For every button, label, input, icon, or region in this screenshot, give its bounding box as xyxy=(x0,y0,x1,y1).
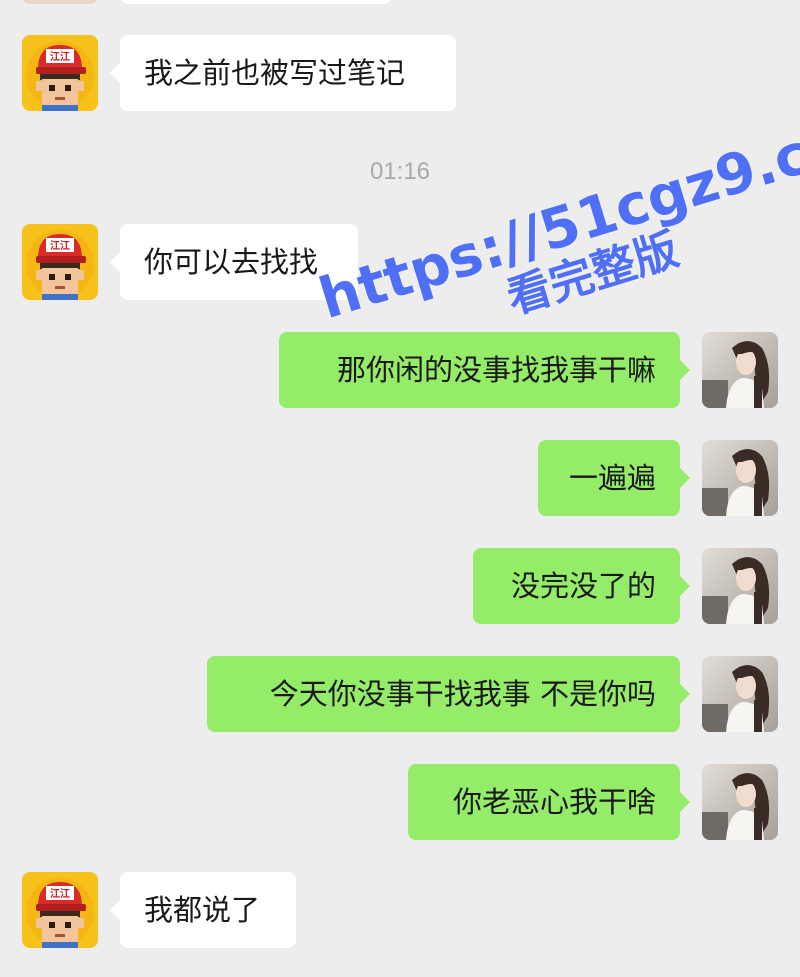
message-bubble-partial-top[interactable] xyxy=(120,0,392,4)
message-text: 我都说了 xyxy=(144,893,261,927)
avatar-badge: 江江 xyxy=(50,239,70,252)
contact-avatar[interactable]: 江江 xyxy=(22,35,98,111)
user-photo-avatar-icon xyxy=(702,548,778,624)
cap-boy-avatar-icon: 江江 xyxy=(22,224,98,300)
avatar-badge: 江江 xyxy=(50,50,70,63)
contact-avatar[interactable]: 江江 xyxy=(22,872,98,948)
message-bubble-outgoing[interactable]: 今天你没事干找我事 不是你吗 xyxy=(207,656,690,732)
message-text: 你老恶心我干啥 xyxy=(452,785,656,819)
message-bubble-outgoing[interactable]: 没完没了的 xyxy=(473,548,690,624)
user-avatar[interactable] xyxy=(702,764,778,840)
avatar-badge: 江江 xyxy=(50,887,70,900)
message-bubble-incoming[interactable]: 我之前也被写过笔记 xyxy=(110,35,456,111)
message-text: 你可以去找找 xyxy=(144,245,319,279)
message-bubble-outgoing[interactable]: 一遍遍 xyxy=(538,440,690,516)
message-bubble-outgoing[interactable]: 那你闲的没事找我事干嘛 xyxy=(279,332,690,408)
avatar-partial-top[interactable] xyxy=(22,0,98,4)
message-bubble-outgoing[interactable]: 你老恶心我干啥 xyxy=(408,764,690,840)
user-avatar[interactable] xyxy=(702,440,778,516)
user-photo-avatar-icon xyxy=(702,332,778,408)
cap-boy-avatar-icon: 江江 xyxy=(22,872,98,948)
message-text: 我之前也被写过笔记 xyxy=(144,56,406,90)
message-text: 一遍遍 xyxy=(568,461,656,495)
user-avatar[interactable] xyxy=(702,656,778,732)
user-avatar[interactable] xyxy=(702,332,778,408)
user-photo-avatar-icon xyxy=(702,656,778,732)
message-bubble-incoming[interactable]: 我都说了 xyxy=(110,872,296,948)
cap-boy-avatar-icon: 江江 xyxy=(22,35,98,111)
message-text: 那你闲的没事找我事干嘛 xyxy=(336,353,656,387)
message-text: 没完没了的 xyxy=(510,569,656,603)
user-photo-avatar-icon xyxy=(702,764,778,840)
contact-avatar[interactable]: 江江 xyxy=(22,224,98,300)
user-photo-avatar-icon xyxy=(702,440,778,516)
user-avatar[interactable] xyxy=(702,548,778,624)
message-text: 今天你没事干找我事 不是你吗 xyxy=(269,677,656,711)
